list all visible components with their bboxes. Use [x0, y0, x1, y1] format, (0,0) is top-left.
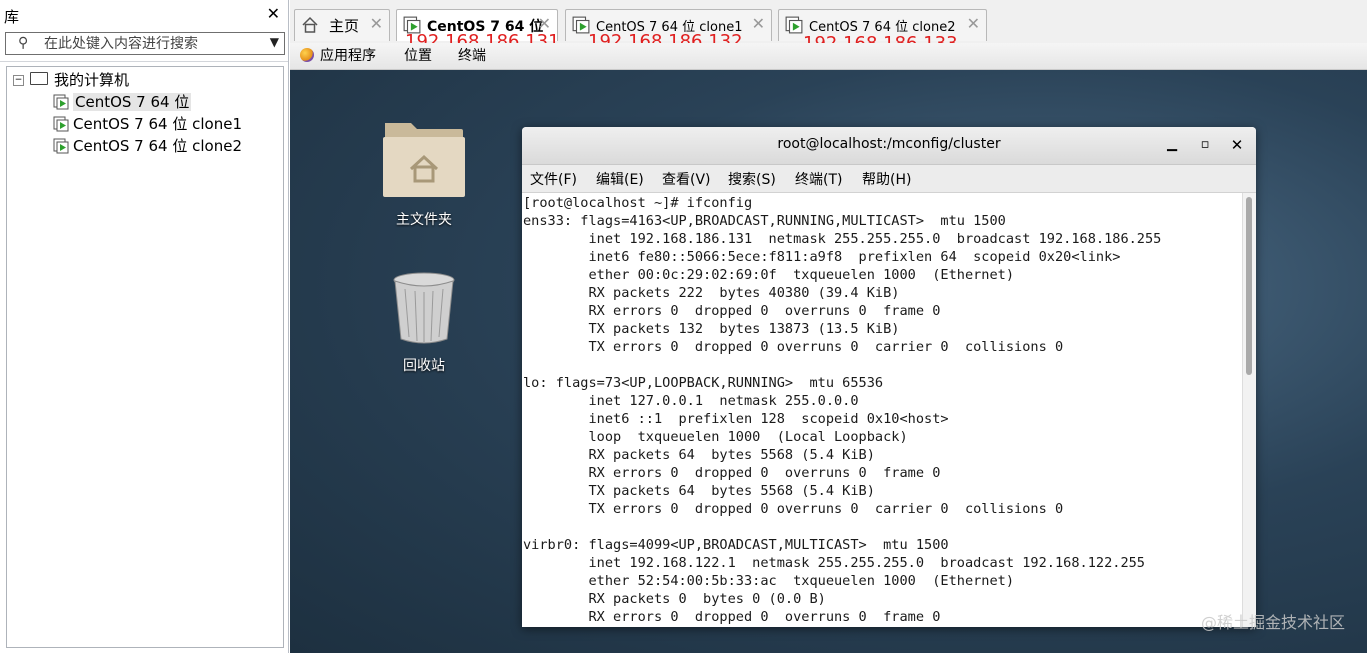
tab-clone2[interactable]: CentOS 7 64 位 clone2 ✕ 192.168.186.133 [778, 9, 987, 54]
library-search-box[interactable]: ⚲ ▼ [5, 32, 285, 55]
desktop-icon-label: 回收站 [403, 358, 445, 374]
search-icon: ⚲ [18, 35, 29, 51]
menu-file[interactable]: 文件(F) [530, 169, 577, 189]
terminal-output: [root@localhost ~]# ifconfig ens33: flag… [523, 195, 1162, 625]
tree-item-vm-clone2[interactable]: CentOS 7 64 位 clone2 [53, 136, 242, 156]
terminal-titlebar[interactable]: root@localhost:/mconfig/cluster ▁ ▫ ✕ [522, 127, 1256, 165]
vm-running-icon [53, 94, 69, 109]
library-panel: 库 ✕ ⚲ ▼ − 我的计算机 CentOS 7 64 位 CentOS 7 64… [0, 0, 289, 653]
library-header: 库 ✕ [0, 0, 288, 30]
terminal-scrollbar[interactable] [1242, 193, 1256, 627]
desktop-icon-home-folder[interactable]: 主文件夹 [376, 117, 472, 229]
tree-item-label: CentOS 7 64 位 clone1 [73, 115, 242, 133]
menu-search[interactable]: 搜索(S) [728, 169, 776, 189]
library-close-button[interactable]: ✕ [267, 4, 280, 23]
folder-icon [383, 123, 465, 197]
tab-label: 主页 [329, 17, 360, 35]
tree-item-vm-centos[interactable]: CentOS 7 64 位 [53, 92, 192, 112]
library-title: 库 [4, 8, 20, 26]
maximize-button[interactable]: ▫ [1195, 135, 1215, 155]
minimize-button[interactable]: ▁ [1162, 135, 1182, 155]
vm-tab-bar: 主页 ✕ CentOS 7 64 位 ✕ 192.168.186.131 Cen… [290, 0, 1367, 54]
menu-help[interactable]: 帮助(H) [862, 169, 911, 189]
close-icon[interactable]: ✕ [370, 14, 383, 33]
library-search-input[interactable] [44, 34, 244, 53]
vm-running-icon [785, 16, 803, 34]
trash-icon [393, 272, 455, 344]
close-icon[interactable]: ✕ [752, 14, 765, 33]
desktop-icon-label: 主文件夹 [396, 212, 452, 228]
divider [0, 61, 288, 62]
library-tree: − 我的计算机 CentOS 7 64 位 CentOS 7 64 位 clone… [6, 66, 284, 648]
computer-icon [30, 72, 48, 85]
tree-item-label: CentOS 7 64 位 [73, 93, 192, 111]
tree-item-my-computer[interactable]: − 我的计算机 [13, 70, 129, 90]
close-icon[interactable]: ✕ [967, 14, 980, 33]
applications-icon [300, 48, 314, 62]
tab-clone1[interactable]: CentOS 7 64 位 clone1 ✕ 192.168.186.132 [565, 9, 772, 52]
tab-home[interactable]: 主页 ✕ [294, 9, 390, 41]
home-icon [302, 16, 318, 33]
vm-running-icon [53, 138, 69, 153]
close-button[interactable]: ✕ [1227, 135, 1247, 155]
desktop-icon-trash[interactable]: 回收站 [376, 271, 472, 375]
terminal-window[interactable]: root@localhost:/mconfig/cluster ▁ ▫ ✕ 文件… [522, 127, 1256, 627]
menu-applications[interactable]: 应用程序 [300, 45, 376, 65]
terminal-output-area[interactable]: [root@localhost ~]# ifconfig ens33: flag… [522, 193, 1243, 627]
menu-places[interactable]: 位置 [404, 45, 432, 65]
tree-item-label: 我的计算机 [54, 71, 130, 89]
scrollbar-thumb[interactable] [1246, 197, 1252, 375]
collapse-toggle-icon[interactable]: − [13, 75, 24, 86]
watermark: @稀土掘金技术社区 [1200, 613, 1345, 632]
tree-item-label: CentOS 7 64 位 clone2 [73, 137, 242, 155]
tab-centos[interactable]: CentOS 7 64 位 ✕ 192.168.186.131 [396, 9, 560, 52]
guest-screen[interactable]: 应用程序 位置 终端 主文件夹 回收站 root@localhost:/mcon… [290, 43, 1367, 653]
tree-item-vm-clone1[interactable]: CentOS 7 64 位 clone1 [53, 114, 242, 134]
menu-terminal[interactable]: 终端(T) [795, 169, 842, 189]
window-title: root@localhost:/mconfig/cluster [777, 136, 1001, 152]
menu-terminal[interactable]: 终端 [458, 45, 486, 65]
chevron-down-icon[interactable]: ▼ [270, 35, 279, 49]
vm-running-icon [53, 116, 69, 131]
menu-edit[interactable]: 编辑(E) [596, 169, 644, 189]
gnome-top-bar: 应用程序 位置 终端 [290, 43, 1367, 70]
terminal-menubar: 文件(F) 编辑(E) 查看(V) 搜索(S) 终端(T) 帮助(H) [522, 165, 1256, 193]
menu-view[interactable]: 查看(V) [662, 169, 711, 189]
menu-label: 应用程序 [320, 48, 376, 64]
